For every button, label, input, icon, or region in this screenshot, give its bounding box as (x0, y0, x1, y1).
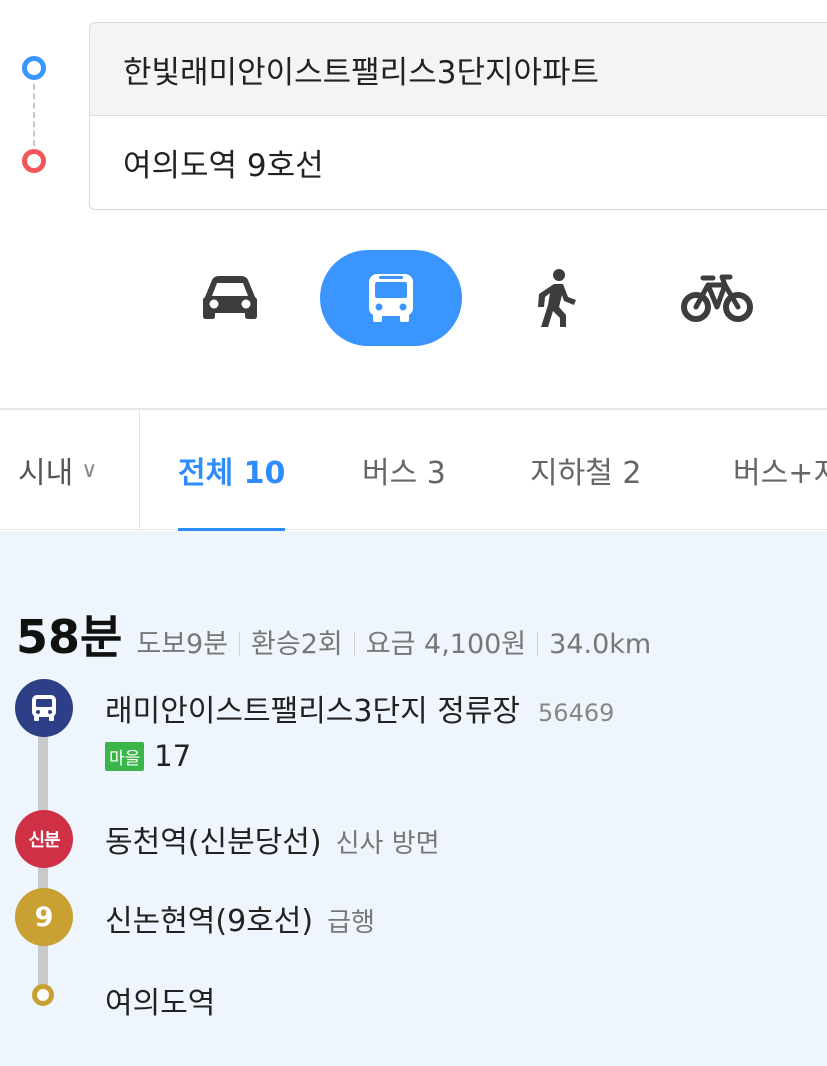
route-connector (33, 84, 35, 146)
tab-all[interactable]: 전체 10 (178, 410, 286, 532)
region-dropdown[interactable]: 시내 ∨ (0, 410, 140, 530)
bus-line-info: 마을 17 (105, 739, 191, 773)
total-time: 58분 (16, 610, 123, 664)
car-mode-button[interactable] (185, 250, 275, 346)
transit-mode-button[interactable] (320, 250, 462, 346)
tab-bus-subway[interactable]: 버스+지 (733, 410, 827, 530)
tab-bus[interactable]: 버스 3 (362, 410, 446, 530)
origin-marker-icon (22, 56, 46, 80)
stop-name: 래미안이스트팰리스3단지 정류장 (105, 694, 521, 729)
destination-point-icon (32, 984, 54, 1006)
route-fields: 한빛래미안이스트팰리스3단지아파트 여의도역 9호선 (89, 22, 827, 210)
travel-mode-selector (0, 250, 827, 350)
shinbundang-line-icon: 신분 (15, 810, 73, 868)
line9-icon: 9 (15, 888, 73, 946)
distance: 34.0km (549, 629, 652, 660)
fare: 요금 4,100원 (365, 629, 527, 660)
route-result-item[interactable]: 58분 도보9분 환승2회 요금 4,100원 34.0km 래미안이스트팰리스… (0, 531, 827, 1066)
bus-stop-icon (15, 679, 73, 737)
bus-number: 17 (154, 739, 192, 773)
region-label: 시내 (18, 456, 74, 491)
step-dongcheon-station[interactable]: 동천역(신분당선) 신사 방면 (105, 817, 440, 861)
chevron-down-icon: ∨ (81, 457, 98, 483)
village-bus-badge: 마을 (105, 741, 145, 771)
car-icon (203, 276, 257, 319)
destination-input[interactable]: 여의도역 9호선 (90, 116, 827, 209)
step-destination[interactable]: 여의도역 (105, 978, 215, 1022)
bike-mode-button[interactable] (675, 250, 759, 346)
step-sinnonhyeon-station[interactable]: 신논현역(9호선) 급행 (105, 896, 375, 940)
bus-icon (369, 274, 413, 322)
divider (353, 632, 355, 656)
stop-code: 56469 (538, 699, 615, 727)
station-name: 여의도역 (105, 986, 216, 1021)
walk-icon (538, 269, 576, 327)
route-filter-tabs: 시내 ∨ 전체 10 버스 3 지하철 2 버스+지 (0, 408, 827, 532)
station-name: 신논현역(9호선) (105, 904, 314, 939)
bike-icon (681, 274, 753, 322)
walk-time: 도보9분 (136, 629, 229, 660)
route-summary: 58분 도보9분 환승2회 요금 4,100원 34.0km (16, 601, 651, 667)
station-name: 동천역(신분당선) (105, 825, 322, 860)
route-search: 한빛래미안이스트팰리스3단지아파트 여의도역 9호선 (0, 0, 827, 225)
divider (239, 632, 241, 656)
step-bus-stop[interactable]: 래미안이스트팰리스3단지 정류장 56469 (105, 686, 614, 730)
divider (537, 632, 539, 656)
train-type: 급행 (327, 908, 375, 938)
direction: 신사 방면 (335, 829, 440, 859)
walk-mode-button[interactable] (515, 250, 595, 346)
tab-subway[interactable]: 지하철 2 (530, 410, 641, 530)
origin-input[interactable]: 한빛래미안이스트팰리스3단지아파트 (90, 23, 827, 116)
destination-marker-icon (22, 149, 46, 173)
transfer-count: 환승2회 (251, 629, 343, 660)
